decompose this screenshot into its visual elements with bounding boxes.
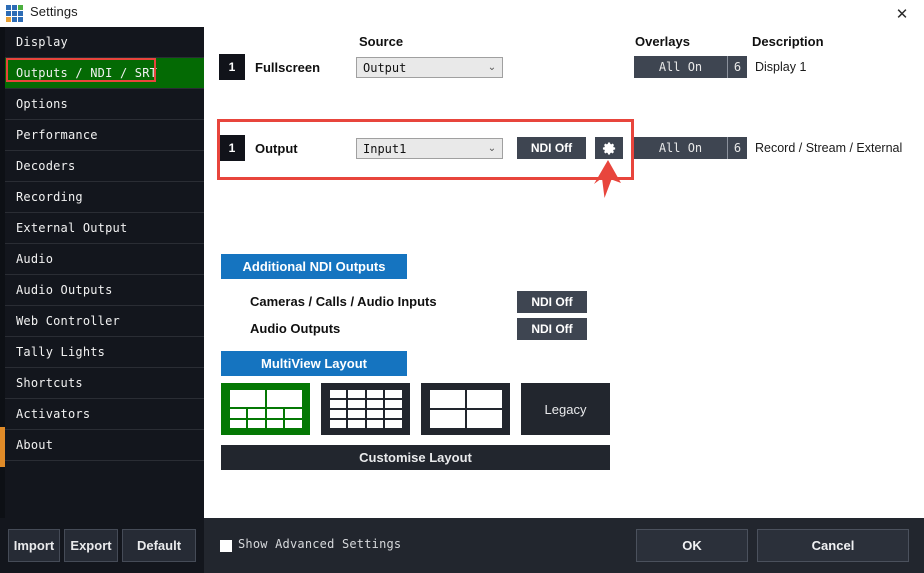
- layout-cell: [230, 390, 265, 407]
- layout-cell: [467, 390, 502, 408]
- column-header-source: Source: [359, 34, 403, 49]
- left-footer: Import Export Default: [0, 518, 204, 573]
- layout-cell: [385, 390, 402, 398]
- multiview-layout-legacy[interactable]: Legacy: [521, 383, 610, 435]
- settings-window: Settings ✕ Display Outputs / NDI / SRT O…: [0, 0, 924, 573]
- row-description-fullscreen: Display 1: [755, 60, 806, 74]
- overlays-count: 6: [727, 56, 747, 78]
- sidebar-item-performance[interactable]: Performance: [5, 120, 204, 150]
- layout-preview: [230, 390, 302, 428]
- layout-cell: [367, 390, 384, 398]
- sidebar-item-activators[interactable]: Activators: [5, 399, 204, 429]
- import-button[interactable]: Import: [8, 529, 60, 562]
- sidebar-item-outputs-ndi-srt[interactable]: Outputs / NDI / SRT: [5, 58, 204, 88]
- source-select-value: Output: [357, 61, 482, 75]
- layout-cell: [285, 420, 302, 429]
- layout-cell: [385, 400, 402, 408]
- layout-cell: [430, 390, 465, 408]
- layout-cell: [348, 400, 365, 408]
- layout-cell: [367, 420, 384, 428]
- layout-cell: [330, 390, 347, 398]
- column-header-overlays: Overlays: [635, 34, 690, 49]
- multiview-layout-header[interactable]: MultiView Layout: [221, 351, 407, 376]
- layout-cell: [285, 409, 302, 418]
- cancel-button[interactable]: Cancel: [757, 529, 909, 562]
- source-select-output[interactable]: Input1 ⌄: [356, 138, 503, 159]
- ndi-toggle-audio-outputs[interactable]: NDI Off: [517, 318, 587, 340]
- layout-cell: [467, 410, 502, 428]
- source-select-value: Input1: [357, 142, 482, 156]
- row-description-output: Record / Stream / External: [755, 141, 902, 155]
- close-icon[interactable]: ✕: [880, 0, 924, 27]
- layout-cell: [385, 410, 402, 418]
- export-button[interactable]: Export: [64, 529, 118, 562]
- sidebar-item-audio-outputs[interactable]: Audio Outputs: [5, 275, 204, 305]
- additional-ndi-outputs-header[interactable]: Additional NDI Outputs: [221, 254, 407, 279]
- layout-cell: [230, 420, 247, 429]
- footer: Show Advanced Settings OK Cancel: [204, 518, 924, 573]
- layout-preview: [330, 390, 402, 428]
- multiview-layout-2plus8[interactable]: [221, 383, 310, 435]
- sidebar-item-audio[interactable]: Audio: [5, 244, 204, 274]
- legacy-label: Legacy: [545, 402, 587, 417]
- layout-cell: [348, 420, 365, 428]
- sidebar-item-shortcuts[interactable]: Shortcuts: [5, 368, 204, 398]
- layout-cell: [348, 410, 365, 418]
- layout-cell: [348, 390, 365, 398]
- column-header-description: Description: [752, 34, 824, 49]
- layout-cell: [248, 420, 265, 429]
- titlebar: Settings ✕: [0, 0, 924, 28]
- window-title: Settings: [30, 4, 78, 19]
- layout-preview: [430, 390, 502, 428]
- layout-cell: [385, 420, 402, 428]
- layout-cell: [267, 409, 284, 418]
- overlays-button-output[interactable]: All On 6: [634, 137, 747, 159]
- app-grid-icon: [6, 5, 23, 22]
- row-label-output: Output: [255, 141, 298, 156]
- multiview-layout-4x4[interactable]: [321, 383, 410, 435]
- gear-icon[interactable]: [595, 137, 623, 159]
- main-content: Source Overlays Description 1 Fullscreen…: [204, 27, 924, 518]
- overlays-button-fullscreen[interactable]: All On 6: [634, 56, 747, 78]
- source-select-fullscreen[interactable]: Output ⌄: [356, 57, 503, 78]
- sidebar-item-tally-lights[interactable]: Tally Lights: [5, 337, 204, 367]
- sidebar-item-decoders[interactable]: Decoders: [5, 151, 204, 181]
- sidebar-item-web-controller[interactable]: Web Controller: [5, 306, 204, 336]
- label-audio-outputs: Audio Outputs: [250, 321, 340, 336]
- sidebar-item-display[interactable]: Display: [5, 27, 204, 57]
- row-label-fullscreen: Fullscreen: [255, 60, 320, 75]
- layout-cell: [367, 410, 384, 418]
- layout-cell: [330, 410, 347, 418]
- overlays-label: All On: [634, 60, 727, 74]
- sidebar: Display Outputs / NDI / SRT Options Perf…: [0, 27, 204, 518]
- sidebar-item-recording[interactable]: Recording: [5, 182, 204, 212]
- sidebar-item-options[interactable]: Options: [5, 89, 204, 119]
- sidebar-item-about[interactable]: About: [5, 430, 204, 460]
- layout-cell: [248, 409, 265, 418]
- label-cameras-calls-audio-inputs: Cameras / Calls / Audio Inputs: [250, 294, 437, 309]
- customise-layout-button[interactable]: Customise Layout: [221, 445, 610, 470]
- layout-cell: [330, 400, 347, 408]
- row-index-badge: 1: [219, 54, 245, 80]
- sidebar-item-external-output[interactable]: External Output: [5, 213, 204, 243]
- multiview-layout-2x2[interactable]: [421, 383, 510, 435]
- show-advanced-settings-label: Show Advanced Settings: [238, 537, 401, 551]
- ndi-toggle-cameras[interactable]: NDI Off: [517, 291, 587, 313]
- overlays-label: All On: [634, 141, 727, 155]
- chevron-down-icon: ⌄: [482, 143, 502, 154]
- chevron-down-icon: ⌄: [482, 62, 502, 73]
- layout-cell: [430, 410, 465, 428]
- layout-cell: [230, 409, 247, 418]
- show-advanced-settings-checkbox[interactable]: [220, 540, 232, 552]
- overlays-count: 6: [727, 137, 747, 159]
- row-index-badge: 1: [219, 135, 245, 161]
- ok-button[interactable]: OK: [636, 529, 748, 562]
- layout-cell: [367, 400, 384, 408]
- sidebar-divider: [5, 460, 204, 461]
- ndi-toggle-output[interactable]: NDI Off: [517, 137, 586, 159]
- layout-cell: [267, 420, 284, 429]
- default-button[interactable]: Default: [122, 529, 196, 562]
- layout-cell: [330, 420, 347, 428]
- layout-cell: [267, 390, 302, 407]
